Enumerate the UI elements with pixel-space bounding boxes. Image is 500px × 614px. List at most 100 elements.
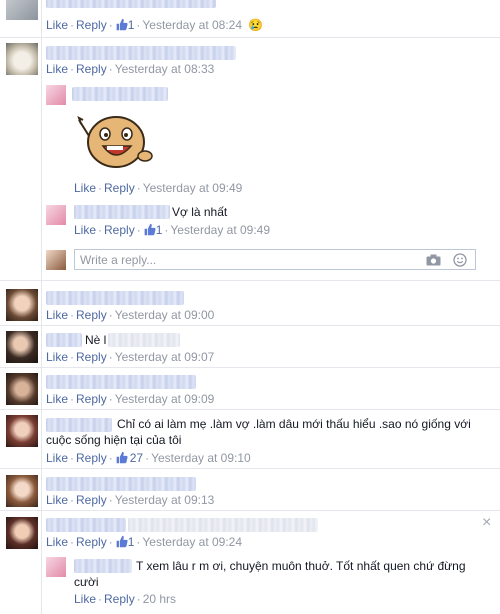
comment-actions: Like · Reply · 1 · Yesterday at 08:24 😢 [46, 18, 264, 32]
blurred-name [46, 46, 236, 60]
blurred-name [46, 418, 112, 432]
timestamp[interactable]: Yesterday at 08:33 [115, 62, 215, 76]
blurred-name [74, 559, 132, 573]
comment-text: Chỉ có ai làm mẹ .làm vợ .làm dâu mới th… [117, 416, 471, 432]
comment-text-line: cuộc sống hiện tại của tôi [46, 433, 182, 447]
avatar[interactable] [6, 43, 38, 75]
reply-link[interactable]: Reply [76, 392, 107, 406]
like-link[interactable]: Like [46, 62, 68, 76]
thread-line [41, 0, 42, 614]
thumbs-up-icon[interactable] [143, 223, 156, 236]
divider [0, 367, 500, 368]
timestamp[interactable]: Yesterday at 09:49 [143, 181, 243, 195]
reply-link[interactable]: Reply [76, 308, 107, 322]
comment-actions: Like · Reply · Yesterday at 09:13 [46, 493, 215, 507]
like-link[interactable]: Like [74, 181, 96, 195]
comment-actions: Like · Reply · 1 · Yesterday at 09:49 [74, 223, 271, 237]
sticker-icon [77, 116, 153, 168]
comment-actions: Like · Reply · Yesterday at 08:33 [46, 62, 215, 76]
timestamp[interactable]: Yesterday at 09:07 [115, 350, 215, 364]
like-link[interactable]: Like [46, 451, 68, 465]
reply-box[interactable] [74, 249, 476, 270]
avatar[interactable] [6, 475, 38, 507]
comment-actions: Like · Reply · 1 · Yesterday at 09:24 [46, 535, 243, 549]
smiley-icon[interactable] [453, 253, 467, 267]
like-link[interactable]: Like [74, 223, 96, 237]
divider [0, 280, 500, 281]
reply-link[interactable]: Reply [76, 18, 107, 32]
close-icon[interactable]: × [482, 515, 491, 531]
avatar[interactable] [6, 373, 38, 405]
my-avatar [46, 250, 66, 270]
avatar[interactable] [6, 331, 38, 363]
like-link[interactable]: Like [46, 350, 68, 364]
timestamp[interactable]: Yesterday at 08:24 [142, 18, 242, 32]
like-count[interactable]: 27 [130, 451, 143, 465]
reply-text: Vợ là nhất [172, 205, 228, 219]
divider [0, 468, 500, 469]
thumbs-up-icon[interactable] [115, 535, 128, 548]
timestamp[interactable]: Yesterday at 09:13 [115, 493, 215, 507]
reply-link[interactable]: Reply [104, 181, 135, 195]
like-link[interactable]: Like [46, 493, 68, 507]
comment-actions: Like · Reply · 20 hrs [74, 592, 177, 606]
like-link[interactable]: Like [46, 392, 68, 406]
reply-text: T xem lâu r m ơi, chuyện muôn thuở. Tốt … [136, 558, 466, 574]
reply-link[interactable]: Reply [76, 62, 107, 76]
reply-link[interactable]: Reply [76, 493, 107, 507]
comment-text: Nè l [85, 333, 107, 347]
comment-actions: Like · Reply · Yesterday at 09:09 [46, 392, 215, 406]
comment-actions: Like · Reply · Yesterday at 09:00 [46, 308, 215, 322]
like-link[interactable]: Like [74, 592, 96, 606]
timestamp[interactable]: Yesterday at 09:09 [115, 392, 215, 406]
comment-text-line: Chỉ có ai làm mẹ .làm vợ .làm dâu mới th… [117, 417, 471, 431]
comment-actions: Like · Reply · Yesterday at 09:49 [74, 181, 243, 195]
timestamp[interactable]: Yesterday at 09:49 [170, 223, 270, 237]
reply-text-line: cười [74, 575, 99, 589]
blurred-tag [108, 333, 180, 347]
avatar[interactable] [6, 0, 38, 20]
timestamp[interactable]: Yesterday at 09:00 [115, 308, 215, 322]
like-link[interactable]: Like [46, 308, 68, 322]
reply-avatar[interactable] [46, 557, 66, 577]
blurred-name [46, 0, 216, 8]
emoji-sad: 😢 [248, 18, 264, 32]
divider [0, 409, 500, 410]
reply-avatar[interactable] [46, 85, 66, 105]
comment-text: cuộc sống hiện tại của tôi [46, 432, 181, 448]
comment-actions: Like · Reply · Yesterday at 09:07 [46, 350, 215, 364]
reply-avatar[interactable] [46, 205, 66, 225]
blurred-name [46, 518, 126, 532]
comment-actions: Like · Reply · 27 · Yesterday at 09:10 [46, 451, 251, 465]
avatar[interactable] [6, 289, 38, 321]
reply-link[interactable]: Reply [76, 451, 107, 465]
timestamp[interactable]: 20 hrs [143, 592, 176, 606]
thumbs-up-icon[interactable] [115, 451, 128, 464]
blurred-name [46, 291, 184, 305]
thumbs-up-icon[interactable] [115, 18, 128, 31]
avatar[interactable] [6, 517, 38, 549]
blurred-text [128, 518, 318, 532]
like-link[interactable]: Like [46, 535, 68, 549]
divider [0, 510, 500, 511]
blurred-name [46, 333, 82, 347]
blurred-name [46, 477, 196, 491]
camera-icon[interactable] [426, 254, 441, 266]
blurred-name [46, 375, 196, 389]
reply-link[interactable]: Reply [76, 350, 107, 364]
reply-link[interactable]: Reply [104, 223, 135, 237]
blurred-name [74, 205, 170, 219]
like-link[interactable]: Like [46, 18, 68, 32]
divider [0, 325, 500, 326]
reply-link[interactable]: Reply [76, 535, 107, 549]
timestamp[interactable]: Yesterday at 09:24 [142, 535, 242, 549]
avatar[interactable] [6, 415, 38, 447]
reply-link[interactable]: Reply [104, 592, 135, 606]
divider [0, 37, 500, 38]
reply-text-line: T xem lâu r m ơi, chuyện muôn thuở. Tốt … [136, 559, 466, 573]
timestamp[interactable]: Yesterday at 09:10 [151, 451, 251, 465]
reply-text: cười [74, 574, 99, 590]
reply-input[interactable] [75, 250, 395, 269]
sticker-image[interactable] [75, 106, 157, 176]
blurred-name [72, 87, 168, 101]
